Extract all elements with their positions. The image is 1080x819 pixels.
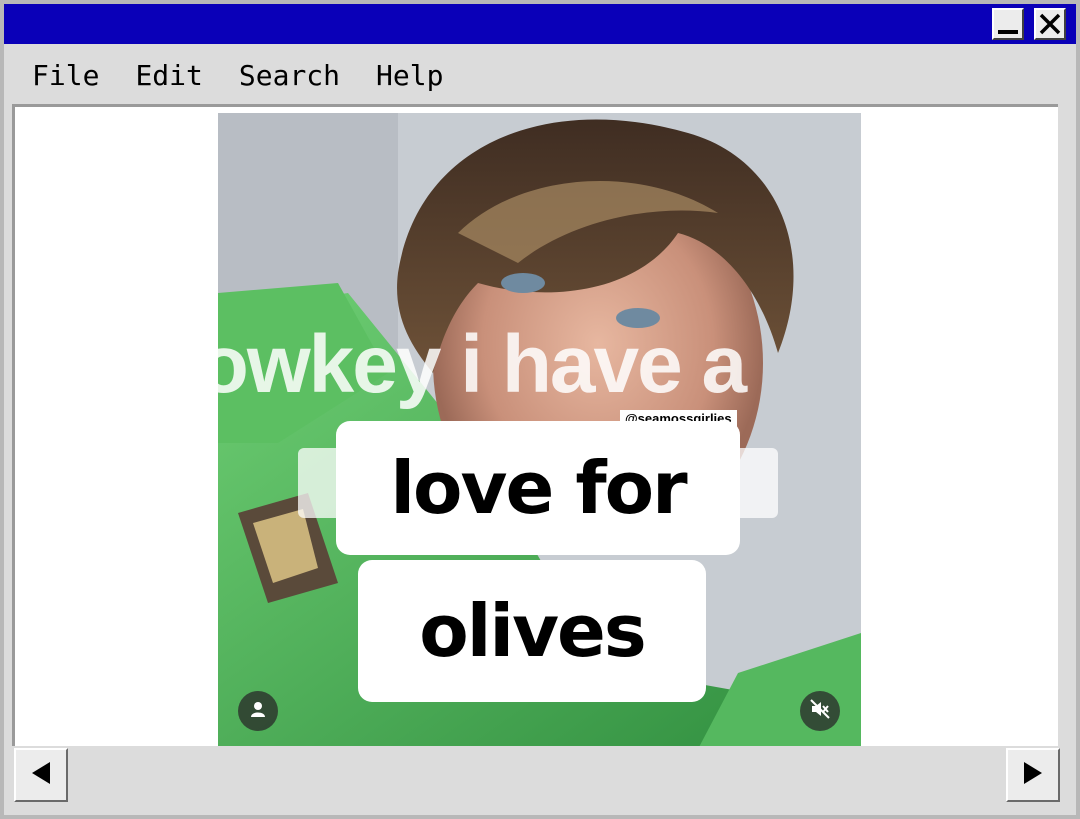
mute-toggle-button[interactable] xyxy=(800,691,840,731)
scroll-left-button[interactable] xyxy=(14,748,68,802)
scroll-track[interactable] xyxy=(70,748,1004,802)
caption-line-2: olives xyxy=(358,560,706,702)
user-tag-button[interactable] xyxy=(238,691,278,731)
horizontal-scrollbar[interactable] xyxy=(12,746,1060,804)
scroll-right-button[interactable] xyxy=(1006,748,1060,802)
caption-background-text: lowkey i have a xyxy=(218,319,747,410)
video-post[interactable]: lowkey i have a @seamossgirlies love for… xyxy=(218,113,861,746)
close-button[interactable] xyxy=(1034,8,1066,40)
minimize-icon xyxy=(998,30,1018,34)
arrow-right-icon xyxy=(1022,760,1044,790)
caption-line-1-text: love for xyxy=(390,446,687,530)
muted-speaker-icon xyxy=(810,699,830,723)
menu-edit[interactable]: Edit xyxy=(135,59,202,92)
menu-file[interactable]: File xyxy=(32,59,99,92)
menu-help[interactable]: Help xyxy=(376,59,443,92)
title-bar[interactable] xyxy=(4,4,1076,44)
minimize-button[interactable] xyxy=(992,8,1024,40)
menu-bar: File Edit Search Help xyxy=(4,44,1076,106)
caption-line-1: love for xyxy=(336,421,740,555)
caption-line-2-text: olives xyxy=(419,589,646,673)
content-area: lowkey i have a @seamossgirlies love for… xyxy=(12,104,1058,746)
user-icon xyxy=(249,700,267,722)
menu-search[interactable]: Search xyxy=(239,59,340,92)
close-icon xyxy=(1038,12,1062,36)
arrow-left-icon xyxy=(30,760,52,790)
